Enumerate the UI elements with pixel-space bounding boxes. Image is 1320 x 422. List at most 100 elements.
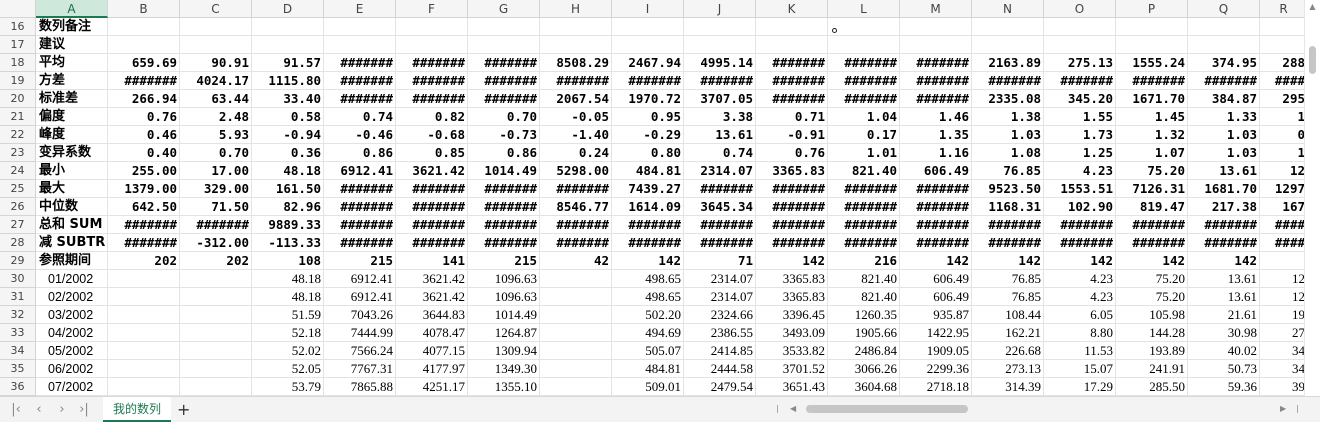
cell-l32[interactable]: 1260.35 <box>828 306 900 324</box>
cell-g28[interactable]: ####### <box>468 234 540 252</box>
cell-r31[interactable]: 12 <box>1260 288 1304 306</box>
add-sheet-icon[interactable]: + <box>177 400 190 420</box>
cell-l29[interactable]: 216 <box>828 252 900 270</box>
row-header[interactable]: 28 <box>0 234 36 252</box>
cell-o25[interactable]: 1553.51 <box>1044 180 1116 198</box>
cell-q26[interactable]: 217.38 <box>1188 198 1260 216</box>
cell-r17[interactable] <box>1260 36 1304 54</box>
cell-q30[interactable]: 13.61 <box>1188 270 1260 288</box>
cell-c18[interactable]: 90.91 <box>180 54 252 72</box>
cell-l17[interactable] <box>828 36 900 54</box>
cell-j19[interactable]: ####### <box>684 72 756 90</box>
cell-a33[interactable]: 04/2002 <box>36 324 108 342</box>
cell-b34[interactable] <box>108 342 180 360</box>
cell-p35[interactable]: 241.91 <box>1116 360 1188 378</box>
row-header[interactable]: 35 <box>0 360 36 378</box>
cell-a32[interactable]: 03/2002 <box>36 306 108 324</box>
cell-m34[interactable]: 1909.05 <box>900 342 972 360</box>
cell-p26[interactable]: 819.47 <box>1116 198 1188 216</box>
cell-b26[interactable]: 642.50 <box>108 198 180 216</box>
cell-f34[interactable]: 4077.15 <box>396 342 468 360</box>
column-header-q[interactable]: Q <box>1188 0 1260 18</box>
cell-d16[interactable] <box>252 18 324 36</box>
cell-b30[interactable] <box>108 270 180 288</box>
cell-l36[interactable]: 3604.68 <box>828 378 900 396</box>
cell-e27[interactable]: ####### <box>324 216 396 234</box>
cell-a30[interactable]: 01/2002 <box>36 270 108 288</box>
cell-k18[interactable]: ####### <box>756 54 828 72</box>
cell-i31[interactable]: 498.65 <box>612 288 684 306</box>
cell-m27[interactable]: ####### <box>900 216 972 234</box>
cell-f22[interactable]: -0.68 <box>396 126 468 144</box>
cell-b16[interactable] <box>108 18 180 36</box>
cell-p25[interactable]: 7126.31 <box>1116 180 1188 198</box>
cell-l30[interactable]: 821.40 <box>828 270 900 288</box>
cell-d33[interactable]: 52.18 <box>252 324 324 342</box>
cell-b19[interactable]: ####### <box>108 72 180 90</box>
cell-o36[interactable]: 17.29 <box>1044 378 1116 396</box>
next-sheet-icon[interactable]: › <box>52 401 72 419</box>
row-header[interactable]: 32 <box>0 306 36 324</box>
scroll-left-icon[interactable]: | <box>776 402 779 416</box>
cell-o34[interactable]: 11.53 <box>1044 342 1116 360</box>
cell-o33[interactable]: 8.80 <box>1044 324 1116 342</box>
cell-o16[interactable] <box>1044 18 1116 36</box>
cell-n29[interactable]: 142 <box>972 252 1044 270</box>
cell-a22[interactable]: 峰度 <box>36 126 108 144</box>
cell-e26[interactable]: ####### <box>324 198 396 216</box>
cell-k21[interactable]: 0.71 <box>756 108 828 126</box>
cell-r26[interactable]: 167 <box>1260 198 1304 216</box>
cell-i34[interactable]: 505.07 <box>612 342 684 360</box>
cell-g36[interactable]: 1355.10 <box>468 378 540 396</box>
cell-b23[interactable]: 0.40 <box>108 144 180 162</box>
cell-d22[interactable]: -0.94 <box>252 126 324 144</box>
cell-f30[interactable]: 3621.42 <box>396 270 468 288</box>
cell-i17[interactable] <box>612 36 684 54</box>
column-header-o[interactable]: O <box>1044 0 1116 18</box>
cell-d23[interactable]: 0.36 <box>252 144 324 162</box>
cell-m22[interactable]: 1.35 <box>900 126 972 144</box>
cell-b31[interactable] <box>108 288 180 306</box>
cell-j16[interactable] <box>684 18 756 36</box>
cell-m29[interactable]: 142 <box>900 252 972 270</box>
cell-p33[interactable]: 144.28 <box>1116 324 1188 342</box>
cell-h27[interactable]: ####### <box>540 216 612 234</box>
cell-c27[interactable]: ####### <box>180 216 252 234</box>
cell-k27[interactable]: ####### <box>756 216 828 234</box>
cell-a27[interactable]: 总和 SUM <box>36 216 108 234</box>
cell-e19[interactable]: ####### <box>324 72 396 90</box>
cell-c35[interactable] <box>180 360 252 378</box>
cell-f20[interactable]: ####### <box>396 90 468 108</box>
cell-m33[interactable]: 1422.95 <box>900 324 972 342</box>
cell-f21[interactable]: 0.82 <box>396 108 468 126</box>
cell-k17[interactable] <box>756 36 828 54</box>
cell-m18[interactable]: ####### <box>900 54 972 72</box>
cell-b20[interactable]: 266.94 <box>108 90 180 108</box>
cell-n33[interactable]: 162.21 <box>972 324 1044 342</box>
cell-k20[interactable]: ####### <box>756 90 828 108</box>
cell-p24[interactable]: 75.20 <box>1116 162 1188 180</box>
cell-r35[interactable]: 34 <box>1260 360 1304 378</box>
cell-b18[interactable]: 659.69 <box>108 54 180 72</box>
cell-h36[interactable] <box>540 378 612 396</box>
cell-n17[interactable] <box>972 36 1044 54</box>
cell-b27[interactable]: ####### <box>108 216 180 234</box>
cell-j36[interactable]: 2479.54 <box>684 378 756 396</box>
cell-f27[interactable]: ####### <box>396 216 468 234</box>
cell-d19[interactable]: 1115.80 <box>252 72 324 90</box>
cell-b17[interactable] <box>108 36 180 54</box>
column-header-i[interactable]: I <box>612 0 684 18</box>
cell-p32[interactable]: 105.98 <box>1116 306 1188 324</box>
row-header[interactable]: 24 <box>0 162 36 180</box>
cell-f28[interactable]: ####### <box>396 234 468 252</box>
cell-r22[interactable]: 0 <box>1260 126 1304 144</box>
cell-h17[interactable] <box>540 36 612 54</box>
cell-e34[interactable]: 7566.24 <box>324 342 396 360</box>
cell-d28[interactable]: -113.33 <box>252 234 324 252</box>
cell-b25[interactable]: 1379.00 <box>108 180 180 198</box>
column-header-e[interactable]: E <box>324 0 396 18</box>
cell-r20[interactable]: 295 <box>1260 90 1304 108</box>
row-header[interactable]: 21 <box>0 108 36 126</box>
cell-k31[interactable]: 3365.83 <box>756 288 828 306</box>
cell-m24[interactable]: 606.49 <box>900 162 972 180</box>
